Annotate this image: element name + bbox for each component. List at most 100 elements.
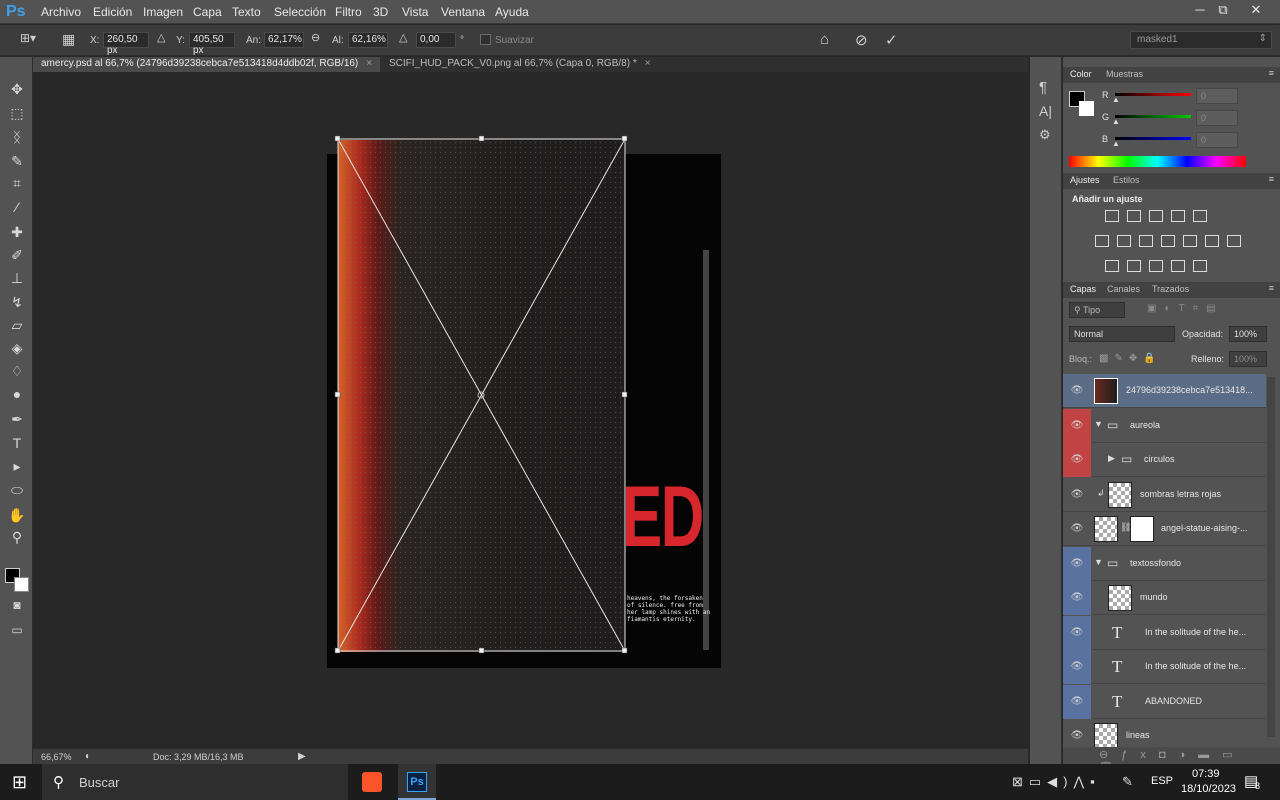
dodge-tool-icon[interactable]: ● [6, 384, 28, 404]
clock-time[interactable]: 07:39 [1192, 768, 1220, 780]
menu-filtro[interactable]: Filtro [335, 5, 362, 19]
windows-start-icon[interactable]: ⊞ [12, 772, 27, 793]
adjustment-icon[interactable] [1127, 260, 1141, 272]
tab-muestras[interactable]: Muestras [1106, 69, 1143, 79]
menu-texto[interactable]: Texto [232, 5, 261, 19]
blend-mode-select[interactable]: Normal [1069, 326, 1175, 342]
language-indicator[interactable]: ESP [1151, 775, 1173, 787]
adjustment-icon[interactable] [1205, 235, 1219, 247]
workspace-select[interactable]: masked1 ⇕ [1130, 31, 1272, 49]
bg-color-chip[interactable] [1079, 101, 1094, 116]
tab-estilos[interactable]: Estilos [1113, 175, 1140, 185]
adjustment-icon[interactable] [1171, 260, 1185, 272]
transform-handle-bottom[interactable] [478, 647, 485, 654]
panel-menu-icon[interactable]: ≡ [1269, 283, 1274, 293]
panel-menu-icon[interactable]: ≡ [1269, 174, 1274, 184]
adjustment-icon[interactable] [1193, 260, 1207, 272]
panel-menu-icon[interactable]: ≡ [1269, 68, 1274, 78]
transform-tool-icon[interactable]: ⊞▾ [20, 31, 36, 45]
taskbar-photoshop[interactable]: Ps [398, 764, 436, 800]
cancel-transform-icon[interactable]: ⊘ [855, 31, 868, 49]
clock-date[interactable]: 18/10/2023 [1181, 783, 1236, 795]
tab-capas[interactable]: Capas [1070, 284, 1096, 294]
taskbar-search[interactable]: ⚲ Buscar [42, 764, 348, 800]
healing-brush-icon[interactable]: ✚ [6, 222, 28, 242]
layers-scrollbar[interactable] [1267, 377, 1275, 737]
stamp-tool-icon[interactable]: ⊥ [6, 268, 28, 288]
adjustment-icon[interactable] [1171, 210, 1185, 222]
close-tab-icon[interactable]: × [366, 58, 372, 69]
menu-archivo[interactable]: Archivo [41, 5, 81, 19]
adjustment-icon[interactable] [1149, 260, 1163, 272]
adjustment-icon[interactable] [1149, 210, 1163, 222]
menu-ayuda[interactable]: Ayuda [495, 5, 529, 19]
link-icon[interactable]: ⊖ [311, 31, 320, 44]
layer-row[interactable]: 👁 ▼ ▭ aureola [1063, 408, 1266, 443]
layers-bottom-toolbar[interactable]: ⊖ƒx◘◑▬▭🗑 [1063, 747, 1280, 774]
visibility-eye-icon[interactable]: 👁 [1063, 443, 1091, 477]
visibility-eye-icon[interactable]: 👁 [1063, 408, 1091, 443]
close-button[interactable]: ✕ [1245, 2, 1267, 18]
type-tool-icon[interactable]: T [6, 433, 28, 453]
quick-mask-icon[interactable]: ◙ [6, 595, 28, 615]
status-menu-arrow-icon[interactable]: ▶ [298, 751, 306, 762]
layer-row[interactable]: 👁 T ABANDONED [1063, 684, 1266, 719]
paint-bucket-icon[interactable]: ◈ [6, 338, 28, 358]
expand-right-icon[interactable]: ▶ [1108, 453, 1115, 464]
adjustment-icon[interactable] [1105, 210, 1119, 222]
layer-row[interactable]: 👁 mundo [1063, 581, 1266, 615]
hand-tool-icon[interactable]: ✋ [6, 505, 28, 525]
visibility-eye-icon[interactable]: 👁 [1063, 546, 1091, 581]
transform-handle-br[interactable] [621, 647, 628, 654]
eyedropper-tool-icon[interactable]: ⁄ [6, 197, 28, 217]
visibility-eye-icon[interactable]: 👁 [1063, 512, 1091, 546]
adjustment-icon[interactable] [1117, 235, 1131, 247]
visibility-eye-icon[interactable]: 👁 [1063, 374, 1091, 408]
delta-icon[interactable]: △ [157, 31, 165, 44]
move-tool-icon[interactable]: ✥ [6, 79, 28, 99]
history-brush-icon[interactable]: ↯ [6, 292, 28, 312]
layer-row[interactable]: 👁 ⛓ angel-statue-aising-... [1063, 512, 1266, 546]
layer-row[interactable]: 👁 ▶ ▭ circulos [1063, 443, 1266, 477]
screen-mode-icon[interactable]: ▭ [6, 620, 28, 640]
layer-row[interactable]: 👁 ↲ sombras letras rojas [1063, 477, 1266, 512]
transform-handle-tr[interactable] [621, 135, 628, 142]
tab-canales[interactable]: Canales [1107, 284, 1140, 294]
transform-handle-right[interactable] [621, 391, 628, 398]
layer-mask-thumbnail[interactable] [1130, 516, 1154, 542]
commit-transform-icon[interactable]: ✓ [885, 31, 898, 49]
expand-down-icon[interactable]: ▼ [1094, 557, 1103, 567]
pen-icon[interactable]: ✎ [1122, 774, 1133, 790]
adjustment-icon[interactable] [1183, 235, 1197, 247]
transform-handle-left[interactable] [334, 391, 341, 398]
width-input[interactable]: 62,17% [264, 32, 304, 48]
transform-handle-tl[interactable] [334, 135, 341, 142]
menu-edicion[interactable]: Edición [93, 5, 132, 19]
blur-tool-icon[interactable]: ♢ [6, 361, 28, 381]
fill-input[interactable]: 100% [1229, 351, 1267, 367]
layer-row[interactable]: 👁 T In the solitude of the he... [1063, 650, 1266, 684]
filter-kind-icons[interactable]: ▣◐T⌗▤ [1147, 303, 1224, 314]
close-tab-icon[interactable]: × [645, 58, 651, 69]
doc-tab-amercy[interactable]: amercy.psd al 66,7% (24796d39238cebca7e5… [33, 57, 380, 72]
menu-vista[interactable]: Vista [402, 5, 428, 19]
adjustment-icon[interactable] [1139, 235, 1153, 247]
height-input[interactable]: 62,16% [348, 32, 388, 48]
color-spectrum[interactable] [1069, 156, 1246, 167]
channel-r-slider[interactable] [1115, 93, 1191, 96]
visibility-eye-icon[interactable]: 👁 [1063, 684, 1091, 719]
visibility-eye-icon[interactable]: 👁 [1063, 650, 1091, 684]
layer-row[interactable]: 👁 T In the solitude of the he... [1063, 615, 1266, 650]
eraser-tool-icon[interactable]: ▱ [6, 315, 28, 335]
y-input[interactable]: 405,50 px [189, 32, 235, 56]
reference-point-icon[interactable]: ▦ [62, 31, 75, 48]
minimize-button[interactable]: ─ [1189, 2, 1211, 17]
paragraph-icon[interactable]: ¶ [1039, 79, 1047, 96]
character-icon[interactable]: A| [1039, 103, 1052, 119]
adjustment-icon[interactable] [1193, 210, 1207, 222]
menu-imagen[interactable]: Imagen [143, 5, 183, 19]
transform-handle-bl[interactable] [334, 647, 341, 654]
visibility-eye-icon[interactable]: 👁 [1063, 478, 1091, 512]
tab-color[interactable]: Color [1070, 69, 1092, 79]
transform-handle-top[interactable] [478, 135, 485, 142]
